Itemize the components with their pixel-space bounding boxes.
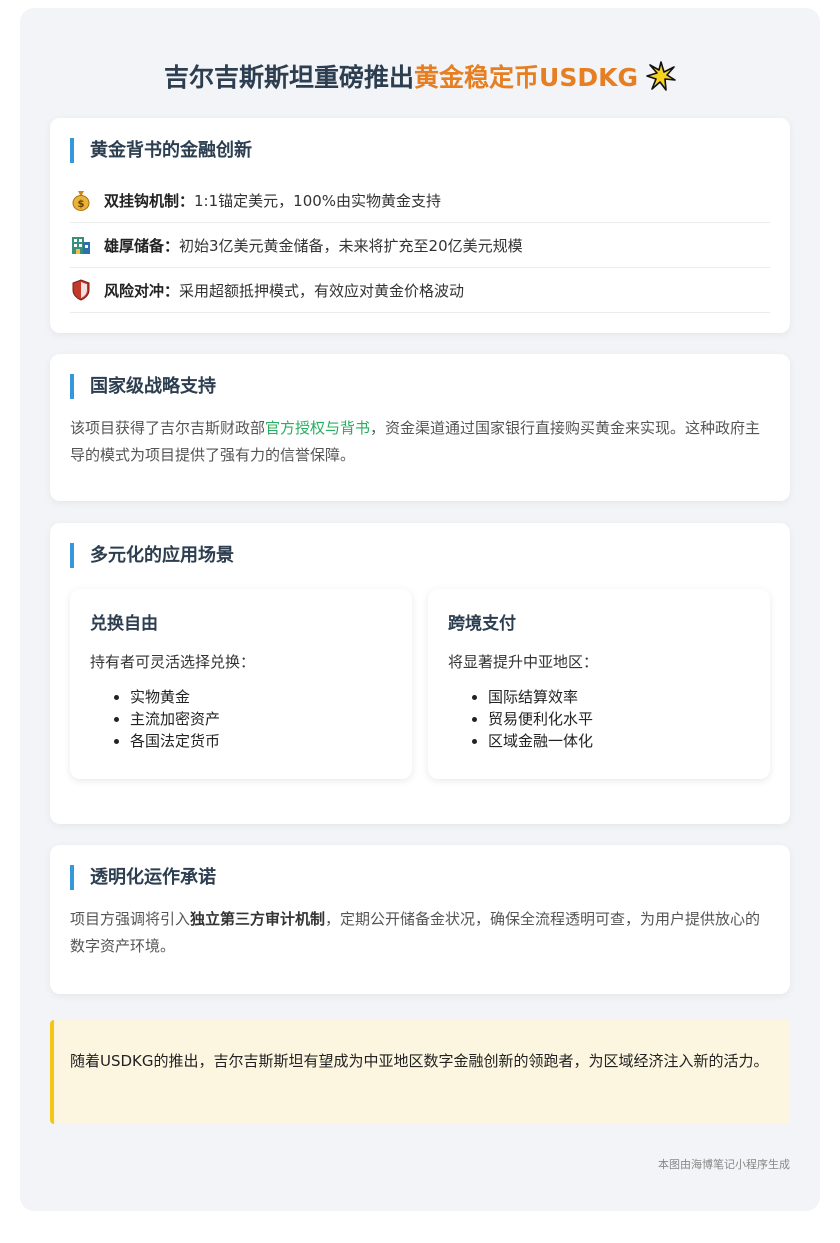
page-container: 吉尔吉斯斯坦重磅推出黄金稳定币USDKG 黄金背书的金融创新 $ 双挂钩机制： 1…	[20, 8, 820, 1211]
feature-label: 双挂钩机制：	[104, 191, 195, 210]
scenario-title: 兑换自由	[90, 614, 158, 634]
building-icon	[70, 234, 92, 256]
list-item: 主流加密资产	[130, 708, 220, 730]
support-text-before: 该项目获得了吉尔吉斯财政部	[70, 419, 266, 437]
page-title: 吉尔吉斯斯坦重磅推出黄金稳定币USDKG	[20, 58, 820, 97]
shield-icon	[70, 279, 92, 301]
svg-text:$: $	[78, 199, 85, 210]
conclusion-box: 随着USDKG的推出，吉尔吉斯斯坦有望成为中亚地区数字金融创新的领跑者，为区域经…	[50, 1020, 790, 1124]
scenario-lead: 将显著提升中亚地区：	[448, 653, 599, 671]
support-highlight: 官方授权与背书	[265, 419, 371, 437]
scenario-lead: 持有者可灵活选择兑换：	[90, 653, 256, 671]
innovation-card: 黄金背书的金融创新 $ 双挂钩机制： 1:1锚定美元，100%由实物黄金支持 雄厚…	[50, 118, 790, 333]
list-item: 国际结算效率	[488, 686, 593, 708]
feature-item: 风险对冲： 采用超额抵押模式，有效应对黄金价格波动	[70, 268, 770, 313]
list-item: 实物黄金	[130, 686, 220, 708]
scenarios-title: 多元化的应用场景	[70, 543, 234, 568]
scenario-title: 跨境支付	[448, 614, 516, 634]
feature-label: 雄厚储备：	[104, 236, 180, 255]
money-bag-icon: $	[70, 189, 92, 211]
scenario-card-exchange: 兑换自由 持有者可灵活选择兑换： 实物黄金 主流加密资产 各国法定货币	[70, 589, 412, 779]
transparency-paragraph: 项目方强调将引入独立第三方审计机制，定期公开储备金状况，确保全流程透明可查，为用…	[70, 906, 770, 960]
list-item: 区域金融一体化	[488, 730, 593, 752]
conclusion-text: 随着USDKG的推出，吉尔吉斯斯坦有望成为中亚地区数字金融创新的领跑者，为区域经…	[70, 1052, 769, 1070]
feature-item: 雄厚储备： 初始3亿美元黄金储备，未来将扩充至20亿美元规模	[70, 223, 770, 268]
transparency-card: 透明化运作承诺 项目方强调将引入独立第三方审计机制，定期公开储备金状况，确保全流…	[50, 845, 790, 994]
list-item: 贸易便利化水平	[488, 708, 593, 730]
innovation-title: 黄金背书的金融创新	[70, 138, 252, 163]
footer-credit: 本图由海博笔记小程序生成	[658, 1158, 790, 1171]
list-item: 各国法定货币	[130, 730, 220, 752]
sparkle-star-icon	[646, 61, 676, 97]
feature-item: $ 双挂钩机制： 1:1锚定美元，100%由实物黄金支持	[70, 178, 770, 223]
scenario-list: 国际结算效率 贸易便利化水平 区域金融一体化	[488, 686, 593, 752]
support-paragraph: 该项目获得了吉尔吉斯财政部官方授权与背书，资金渠道通过国家银行直接购买黄金来实现…	[70, 415, 770, 469]
scenarios-card: 多元化的应用场景 兑换自由 持有者可灵活选择兑换： 实物黄金 主流加密资产 各国…	[50, 523, 790, 824]
transparency-title: 透明化运作承诺	[70, 865, 216, 890]
transparency-strong: 独立第三方审计机制	[190, 910, 326, 928]
transparency-text-before: 项目方强调将引入	[70, 910, 191, 928]
scenario-card-payment: 跨境支付 将显著提升中亚地区： 国际结算效率 贸易便利化水平 区域金融一体化	[428, 589, 770, 779]
scenario-list: 实物黄金 主流加密资产 各国法定货币	[130, 686, 220, 752]
title-highlight: 黄金稳定币USDKG	[414, 63, 638, 92]
support-card: 国家级战略支持 该项目获得了吉尔吉斯财政部官方授权与背书，资金渠道通过国家银行直…	[50, 354, 790, 501]
feature-label: 风险对冲：	[104, 281, 180, 300]
feature-text: 采用超额抵押模式，有效应对黄金价格波动	[179, 281, 465, 300]
feature-text: 1:1锚定美元，100%由实物黄金支持	[194, 191, 442, 210]
title-prefix: 吉尔吉斯斯坦重磅推出	[164, 63, 415, 92]
support-title: 国家级战略支持	[70, 374, 216, 399]
feature-text: 初始3亿美元黄金储备，未来将扩充至20亿美元规模	[179, 236, 523, 255]
